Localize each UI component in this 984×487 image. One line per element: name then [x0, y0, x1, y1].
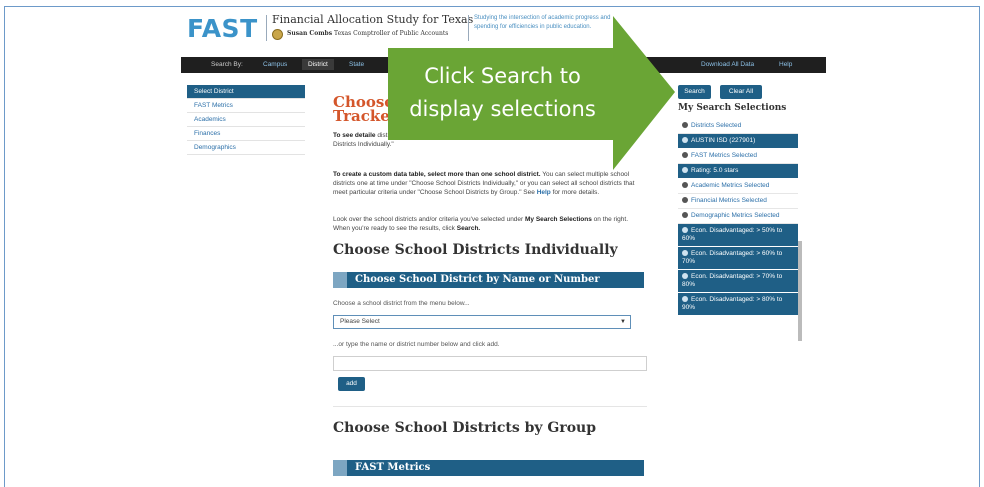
section-bar-fast-metrics: FAST Metrics	[333, 460, 644, 476]
nav-download-all-data[interactable]: Download All Data	[701, 61, 754, 68]
comptroller-name: Susan Combs	[287, 30, 333, 37]
bar-accent	[333, 272, 347, 288]
comptroller-seal-icon	[272, 29, 283, 40]
selection-label: Econ. Disadvantaged: > 80% to 90%	[682, 296, 783, 311]
section-divider	[333, 406, 647, 407]
bar-title: FAST Metrics	[355, 462, 431, 473]
my-search-selections-title: My Search Selections	[678, 103, 787, 113]
selection-label: Academic Metrics Selected	[691, 182, 770, 189]
callout-line-1: Click Search to	[424, 64, 581, 88]
nav-district[interactable]: District	[302, 59, 334, 70]
nav-help[interactable]: Help	[779, 61, 792, 68]
left-menu: Select District FAST Metrics Academics F…	[187, 85, 305, 155]
selection-item[interactable]: Econ. Disadvantaged: > 80% to 90%	[678, 293, 798, 316]
chevron-down-icon: ▼	[620, 319, 626, 325]
type-hint: ...or type the name or district number b…	[333, 341, 500, 348]
intro-paragraph-3: Look over the school districts and/or cr…	[333, 215, 643, 233]
menu-academics[interactable]: Academics	[187, 113, 305, 127]
selection-item[interactable]: AUSTIN ISD (227901)	[678, 134, 798, 149]
intro-3-bold: My Search Selections	[525, 216, 592, 223]
clear-all-button[interactable]: Clear All	[720, 85, 762, 99]
selection-item[interactable]: Econ. Disadvantaged: > 70% to 80%	[678, 270, 798, 293]
remove-icon	[682, 227, 688, 233]
remove-icon	[682, 212, 688, 218]
selection-label: FAST Metrics Selected	[691, 152, 757, 159]
selection-item[interactable]: Rating: 5.0 stars	[678, 164, 798, 179]
callout-line-2: display selections	[409, 97, 596, 121]
nav-campus[interactable]: Campus	[263, 61, 287, 68]
selection-label: Demographic Metrics Selected	[691, 212, 780, 219]
selection-label: AUSTIN ISD (227901)	[691, 137, 756, 144]
remove-icon	[682, 296, 688, 302]
search-link-text: Search.	[456, 225, 481, 232]
fast-logo[interactable]: FAST	[187, 14, 258, 43]
district-select[interactable]: Please Select ▼	[333, 315, 631, 329]
selection-item[interactable]: Econ. Disadvantaged: > 50% to 60%	[678, 224, 798, 247]
intro-1-bold: To see detaile	[333, 132, 376, 139]
selection-item[interactable]: Academic Metrics Selected	[678, 179, 798, 194]
remove-icon	[682, 250, 688, 256]
selection-label: Financial Metrics Selected	[691, 197, 767, 204]
selection-item[interactable]: Districts Selected	[678, 119, 798, 134]
nav-state[interactable]: State	[349, 61, 364, 68]
selection-label: Rating: 5.0 stars	[691, 167, 739, 174]
fast-page: FAST Financial Allocation Study for Texa…	[0, 0, 984, 487]
bar-title: Choose School District by Name or Number	[355, 274, 600, 285]
selections-scrollbar[interactable]	[798, 241, 802, 341]
selection-label: Econ. Disadvantaged: > 50% to 60%	[682, 227, 783, 242]
selection-label: Econ. Disadvantaged: > 70% to 80%	[682, 273, 783, 288]
menu-select-district[interactable]: Select District	[187, 85, 305, 99]
heading-individually: Choose School Districts Individually	[333, 242, 618, 258]
header-divider	[266, 15, 267, 41]
selection-item[interactable]: Econ. Disadvantaged: > 60% to 70%	[678, 247, 798, 270]
district-select-value: Please Select	[340, 318, 380, 325]
selection-label: Districts Selected	[691, 122, 742, 129]
section-bar-name-number: Choose School District by Name or Number	[333, 272, 644, 288]
selection-label: Econ. Disadvantaged: > 60% to 70%	[682, 250, 783, 265]
search-by-label: Search By:	[211, 61, 243, 68]
menu-hint: Choose a school district from the menu b…	[333, 300, 470, 307]
selection-item[interactable]: Financial Metrics Selected	[678, 194, 798, 209]
search-selections-list: Districts Selected AUSTIN ISD (227901) F…	[678, 119, 802, 341]
bar-accent	[333, 460, 347, 476]
menu-finances[interactable]: Finances	[187, 127, 305, 141]
selection-item[interactable]: Demographic Metrics Selected	[678, 209, 798, 224]
intro-3-start: Look over the school districts and/or cr…	[333, 216, 524, 223]
callout-text: Click Search to display selections	[395, 60, 610, 126]
remove-icon	[682, 273, 688, 279]
selection-item[interactable]: FAST Metrics Selected	[678, 149, 798, 164]
district-name-input[interactable]	[333, 356, 647, 371]
menu-demographics[interactable]: Demographics	[187, 141, 305, 155]
menu-fast-metrics[interactable]: FAST Metrics	[187, 99, 305, 113]
heading-group: Choose School Districts by Group	[333, 420, 597, 436]
add-button[interactable]: add	[338, 377, 365, 391]
